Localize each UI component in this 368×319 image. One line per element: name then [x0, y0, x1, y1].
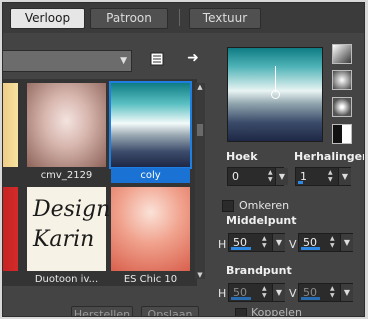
scroll-thumb[interactable] — [197, 124, 203, 136]
chevron-down-icon[interactable]: ▼ — [338, 168, 351, 185]
thumb-caption: ES Chic 10 — [123, 274, 178, 285]
chevron-down-icon[interactable]: ▼ — [272, 234, 285, 251]
invert-checkbox[interactable] — [222, 200, 234, 212]
thumb-caption: cmv_2129 — [40, 170, 93, 181]
gradient-thumb-coly[interactable]: coly — [109, 81, 192, 183]
spinner-arrows-icon[interactable]: ▲ ▼ — [330, 235, 337, 249]
gallery-scrollbar[interactable]: ▲ ▼ — [195, 83, 205, 279]
spinner-arrows-icon[interactable]: ▲ ▼ — [268, 169, 275, 183]
scroll-down-icon[interactable]: ▼ — [195, 271, 205, 279]
tab-textuur[interactable]: Textuur — [189, 8, 261, 29]
focal-h-input[interactable]: 50 ▲ ▼ ▼ — [228, 283, 285, 302]
save-button[interactable]: Opslaan — [141, 306, 199, 316]
spinner-arrows-icon[interactable]: ▲ ▼ — [328, 169, 335, 183]
focal-v-slider-bar — [301, 297, 320, 300]
link-checkbox[interactable] — [235, 308, 247, 316]
invert-label: Omkeren — [239, 199, 290, 212]
focal-point-label: Brandpunt — [226, 264, 292, 277]
gradient-gallery: cmv_2129 coly Design Karin Duotoon iv...… — [3, 79, 197, 286]
preset-manage-icon[interactable] — [150, 52, 164, 66]
angle-label: Hoek — [226, 150, 258, 163]
chevron-down-icon[interactable]: ▼ — [272, 284, 285, 301]
center-h-input[interactable]: 50 ▲ ▼ ▼ — [228, 233, 285, 252]
gradient-thumb-cmv[interactable]: cmv_2129 — [27, 83, 106, 181]
thumb-caption: coly — [111, 168, 190, 183]
spinner-arrows-icon[interactable]: ▲ ▼ — [330, 285, 337, 299]
angle-input[interactable]: 0 ▲ ▼ ▼ — [227, 167, 288, 186]
scroll-up-icon[interactable]: ▲ — [195, 83, 205, 91]
repeats-slider-bar — [298, 181, 303, 184]
preset-dropdown[interactable]: ▼ — [3, 50, 132, 72]
center-v-input[interactable]: 50 ▲ ▼ ▼ — [298, 233, 353, 252]
center-h-slider-bar — [231, 247, 251, 250]
focal-h-label: H — [218, 287, 227, 300]
tab-verloop[interactable]: Verloop — [10, 8, 85, 29]
thumb-caption: Duotoon iv... — [34, 274, 99, 285]
chevron-down-icon: ▼ — [120, 56, 127, 66]
tab-separator — [179, 9, 180, 26]
style-linear-icon[interactable] — [332, 44, 352, 64]
style-sunburst-icon[interactable] — [332, 97, 352, 117]
spinner-arrows-icon[interactable]: ▲ ▼ — [262, 235, 269, 249]
focal-h-slider-bar — [231, 297, 251, 300]
center-h-label: H — [218, 238, 227, 251]
center-v-label: V — [289, 238, 297, 251]
chevron-down-icon[interactable]: ▼ — [340, 284, 353, 301]
link-label: Koppelen — [251, 306, 302, 317]
style-rectangular-icon[interactable] — [332, 70, 352, 90]
center-v-slider-bar — [301, 247, 320, 250]
tab-bar: Verloop Patroon Textuur — [3, 3, 364, 33]
spinner-arrows-icon[interactable]: ▲ ▼ — [262, 285, 269, 299]
center-point-label: Middelpunt — [226, 214, 297, 227]
gradient-thumb-duotoon[interactable]: Design Karin Duotoon iv... — [27, 187, 110, 285]
gradient-thumb-eschic[interactable]: ES Chic 10 — [111, 187, 190, 285]
angle-needle — [275, 66, 276, 92]
gradient-thumb-partial-2[interactable] — [3, 187, 18, 271]
repeats-input[interactable]: 1 ▲ ▼ ▼ — [295, 167, 351, 186]
gradient-dialog: Verloop Patroon Textuur ▼ ➜ cmv_2129 col… — [2, 2, 365, 317]
reset-button[interactable]: Herstellen — [71, 306, 133, 316]
center-point-marker[interactable] — [271, 90, 280, 99]
gradient-thumb-partial[interactable] — [3, 83, 18, 167]
chevron-down-icon[interactable]: ▼ — [275, 168, 288, 185]
angle-value: 0 — [232, 170, 239, 183]
focal-v-input[interactable]: 50 ▲ ▼ ▼ — [298, 283, 353, 302]
chevron-down-icon[interactable]: ▼ — [340, 234, 353, 251]
tab-patroon[interactable]: Patroon — [90, 8, 168, 29]
gradient-preview[interactable] — [227, 47, 323, 142]
design-karin-watermark: Design Karin — [33, 197, 111, 252]
repeats-label: Herhalingen — [294, 150, 365, 163]
focal-v-label: V — [289, 287, 297, 300]
style-radial-icon[interactable] — [332, 124, 352, 144]
arrow-right-icon[interactable]: ➜ — [186, 51, 200, 65]
